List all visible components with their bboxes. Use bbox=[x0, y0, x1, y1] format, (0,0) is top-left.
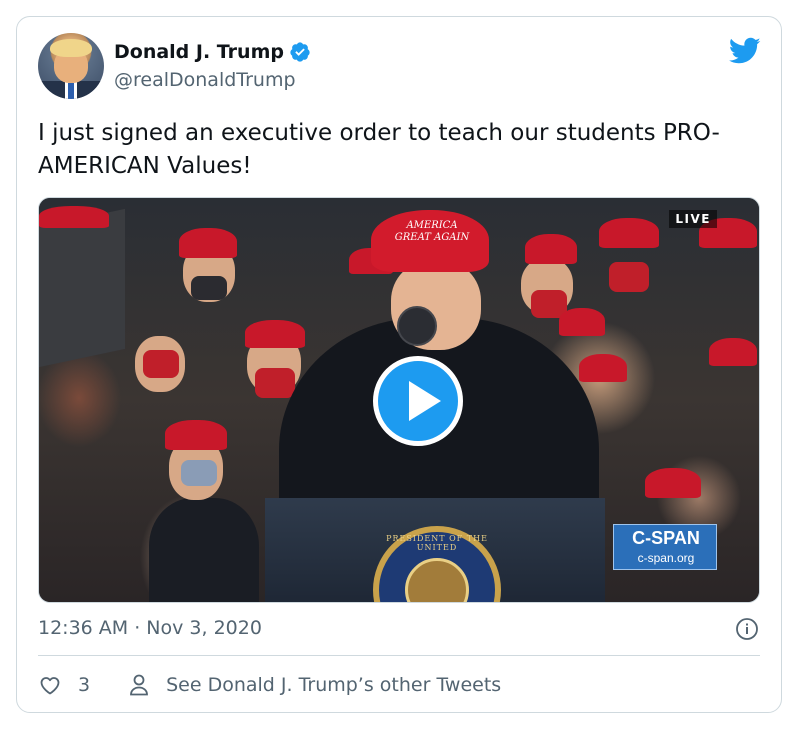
tweet-actions: 3 See Donald J. Trump’s other Tweets bbox=[38, 673, 501, 697]
tweet-timestamp[interactable]: 12:36 AM · Nov 3, 2020 bbox=[38, 617, 262, 639]
heart-icon[interactable] bbox=[38, 673, 62, 697]
speaker-hat-text: AMERICA GREAT AGAIN bbox=[394, 220, 470, 243]
crowd-hat bbox=[599, 218, 659, 248]
avatar-tie bbox=[68, 83, 74, 99]
verified-badge-icon bbox=[290, 42, 310, 62]
microphone bbox=[397, 306, 437, 346]
seal-text: PRESIDENT OF THE UNITED bbox=[386, 534, 488, 552]
author-name[interactable]: Donald J. Trump bbox=[114, 41, 284, 63]
crowd-mask bbox=[143, 350, 179, 378]
cspan-url: c-span.org bbox=[637, 551, 695, 565]
crowd-flag-shape bbox=[39, 208, 125, 368]
other-tweets-link[interactable]: See Donald J. Trump’s other Tweets bbox=[166, 674, 501, 696]
info-icon[interactable] bbox=[735, 617, 759, 641]
cspan-name: C-SPAN bbox=[632, 528, 700, 548]
crowd-hat bbox=[559, 308, 605, 336]
crowd-mask bbox=[191, 276, 227, 300]
crowd-hat bbox=[165, 420, 227, 450]
divider bbox=[38, 655, 760, 656]
crowd-hat bbox=[179, 228, 237, 258]
crowd-mask bbox=[609, 262, 649, 292]
tweet-card: Donald J. Trump @realDonaldTrump I just … bbox=[16, 16, 782, 713]
like-count[interactable]: 3 bbox=[78, 674, 90, 696]
play-button[interactable] bbox=[373, 356, 463, 446]
tweet-text: I just signed an executive order to teac… bbox=[38, 120, 720, 179]
avatar-hair bbox=[50, 39, 92, 57]
crowd-hat bbox=[245, 320, 305, 348]
crowd-hat bbox=[709, 338, 757, 366]
author-name-row[interactable]: Donald J. Trump bbox=[114, 41, 311, 63]
cspan-logo: C-SPAN c-span.org bbox=[613, 524, 717, 570]
author-avatar[interactable] bbox=[38, 33, 104, 99]
crowd-person bbox=[149, 498, 259, 602]
crowd-mask bbox=[255, 368, 295, 398]
author-handle[interactable]: @realDonaldTrump bbox=[114, 69, 296, 91]
crowd-hat bbox=[525, 234, 577, 264]
crowd-hat bbox=[645, 468, 701, 498]
live-badge: LIVE bbox=[669, 210, 717, 228]
crowd-mask bbox=[181, 460, 217, 486]
twitter-bird-icon[interactable] bbox=[729, 37, 761, 65]
crowd-hat bbox=[39, 206, 109, 228]
person-icon[interactable] bbox=[128, 673, 150, 697]
crowd-hat bbox=[579, 354, 627, 382]
play-icon bbox=[409, 381, 441, 421]
video-player[interactable]: AMERICA GREAT AGAIN PRESIDENT OF THE UNI… bbox=[38, 197, 760, 603]
